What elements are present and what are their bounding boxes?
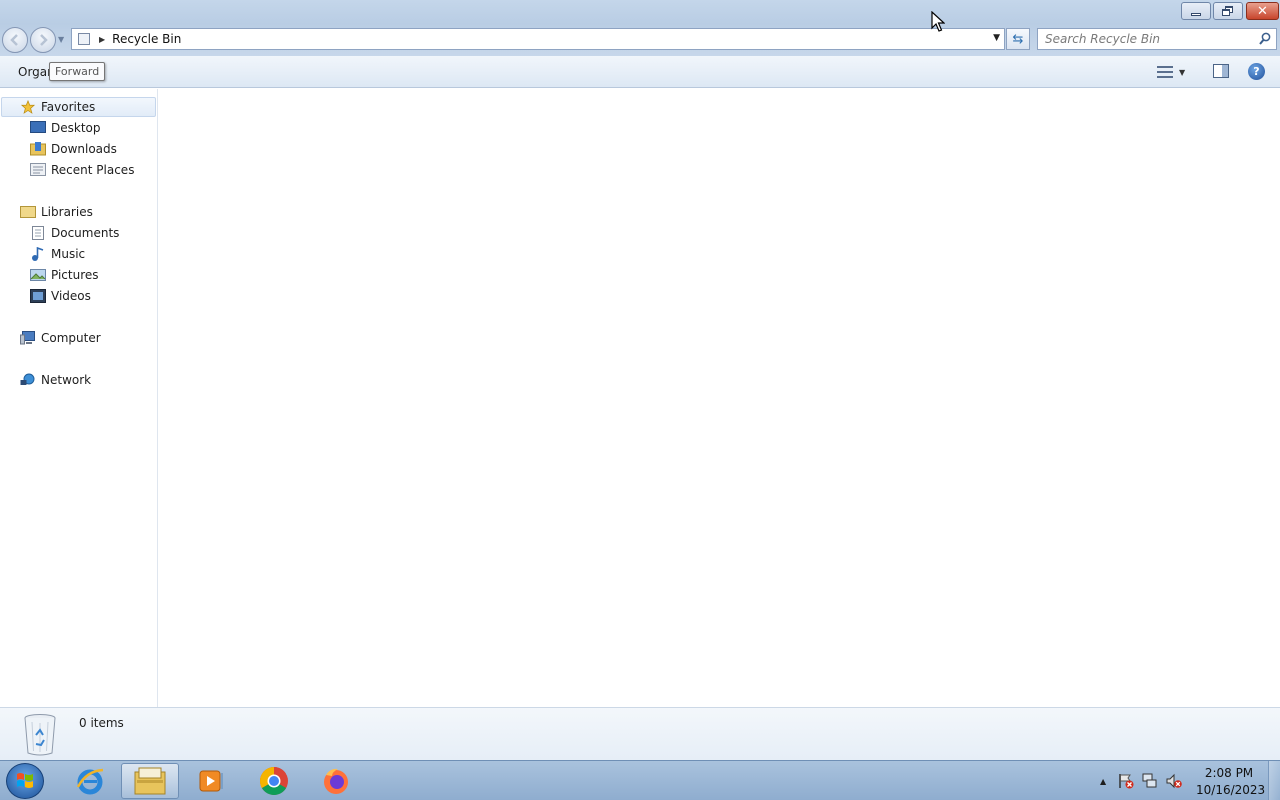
mouse-cursor-icon: [931, 11, 945, 32]
item-count: 0 items: [79, 716, 124, 730]
nav-label: Documents: [51, 226, 120, 240]
nav-music[interactable]: Music: [30, 244, 85, 264]
system-tray: ▲: [1100, 761, 1190, 800]
minimize-icon: [1191, 12, 1201, 16]
title-bar: ✕: [0, 0, 1280, 24]
taskbar-windows-explorer[interactable]: [121, 763, 179, 799]
nav-documents[interactable]: Documents: [30, 223, 119, 243]
nav-libraries[interactable]: Libraries: [20, 202, 93, 222]
libraries-icon: [20, 206, 36, 218]
help-icon: ?: [1253, 65, 1260, 78]
preview-pane-icon: [1222, 65, 1228, 77]
nav-label: Desktop: [51, 121, 101, 135]
start-button[interactable]: [6, 763, 44, 799]
close-icon: ✕: [1257, 3, 1268, 19]
media-player-icon: [199, 770, 223, 792]
nav-desktop[interactable]: Desktop: [30, 118, 101, 138]
search-box[interactable]: [1037, 28, 1277, 50]
forward-arrow-icon: [40, 34, 48, 46]
nav-label: Pictures: [51, 268, 99, 282]
nav-downloads[interactable]: Downloads: [30, 139, 117, 159]
nav-label: Favorites: [41, 100, 96, 114]
desktop-icon: [30, 121, 46, 133]
clock[interactable]: 2:08 PM 10/16/2023: [1196, 765, 1266, 799]
nav-computer[interactable]: Computer: [20, 328, 101, 348]
restore-button[interactable]: [1213, 2, 1243, 20]
nav-label: Libraries: [41, 205, 93, 219]
clock-date: 10/16/2023: [1196, 783, 1266, 797]
file-list-area[interactable]: [159, 89, 1280, 707]
firefox-icon: [324, 768, 348, 794]
restore-icon: [1222, 6, 1234, 16]
taskbar-chrome[interactable]: [245, 763, 303, 799]
documents-icon: [32, 226, 44, 240]
taskbar-media-player[interactable]: [182, 763, 240, 799]
breadcrumb-chevron-icon[interactable]: ▶: [99, 35, 105, 44]
nav-label: Computer: [41, 331, 101, 345]
pictures-icon: [30, 269, 46, 281]
recycle-bin-small-icon: [78, 33, 90, 45]
windows-explorer-icon: [134, 767, 166, 795]
help-button[interactable]: ?: [1248, 63, 1265, 80]
forward-button[interactable]: [30, 27, 56, 53]
breadcrumb-location[interactable]: Recycle Bin: [112, 32, 181, 46]
nav-label: Recent Places: [51, 163, 135, 177]
nav-network[interactable]: Network: [20, 370, 91, 390]
command-bar: Organ ▼ ?: [0, 56, 1280, 88]
taskbar-firefox[interactable]: [307, 763, 365, 799]
refresh-icon: ⇆: [1012, 31, 1024, 47]
recycle-bin-icon: [24, 714, 56, 756]
internet-explorer-icon: [76, 768, 104, 795]
forward-tooltip: Forward: [49, 62, 105, 81]
windows-logo-icon: [17, 773, 33, 788]
action-center-flag-icon[interactable]: [1118, 773, 1134, 789]
nav-recent-places[interactable]: Recent Places: [30, 160, 134, 180]
back-button[interactable]: [2, 27, 28, 53]
taskbar-internet-explorer[interactable]: [61, 763, 119, 799]
show-desktop-button[interactable]: [1268, 761, 1280, 800]
address-bar[interactable]: ▶ Recycle Bin ▼: [71, 28, 1005, 50]
search-icon[interactable]: [1259, 32, 1271, 46]
nav-favorites[interactable]: Favorites: [1, 97, 156, 117]
minimize-button[interactable]: [1181, 2, 1211, 20]
back-arrow-icon: [10, 34, 18, 46]
clock-time: 2:08 PM: [1204, 766, 1254, 780]
nav-pictures[interactable]: Pictures: [30, 265, 99, 285]
nav-label: Network: [41, 373, 92, 387]
downloads-folder-icon: [30, 142, 46, 156]
address-row: ▼ ▶ Recycle Bin ▼ ⇆: [0, 24, 1280, 56]
volume-muted-icon[interactable]: [1166, 773, 1182, 789]
network-status-icon[interactable]: [1142, 773, 1158, 789]
navigation-pane: Favorites Desktop Downloads Recent Place…: [0, 89, 158, 707]
chrome-icon: [260, 767, 288, 795]
change-view-button[interactable]: ▼: [1157, 64, 1193, 80]
views-icon: [1157, 66, 1173, 78]
nav-label: Music: [51, 247, 86, 261]
details-pane: 0 items: [0, 707, 1280, 760]
nav-label: Videos: [51, 289, 91, 303]
refresh-button[interactable]: ⇆: [1006, 28, 1030, 50]
nav-videos[interactable]: Videos: [30, 286, 91, 306]
music-icon: [32, 247, 44, 261]
search-input[interactable]: [1038, 29, 1248, 49]
show-hidden-icons-icon[interactable]: ▲: [1100, 777, 1106, 786]
nav-label: Downloads: [51, 142, 117, 156]
star-icon: [20, 100, 36, 114]
recent-pages-dropdown-icon[interactable]: ▼: [58, 35, 64, 44]
taskbar: ▲ 2:08 PM 10/16/2023: [0, 760, 1280, 800]
videos-icon: [30, 289, 46, 303]
computer-icon: [20, 331, 35, 345]
preview-pane-button[interactable]: [1213, 64, 1229, 78]
network-icon: [20, 373, 35, 385]
views-dropdown-icon[interactable]: ▼: [1179, 68, 1185, 77]
address-dropdown-icon[interactable]: ▼: [993, 33, 1000, 43]
recent-places-icon: [30, 163, 46, 176]
close-button[interactable]: ✕: [1246, 2, 1279, 20]
